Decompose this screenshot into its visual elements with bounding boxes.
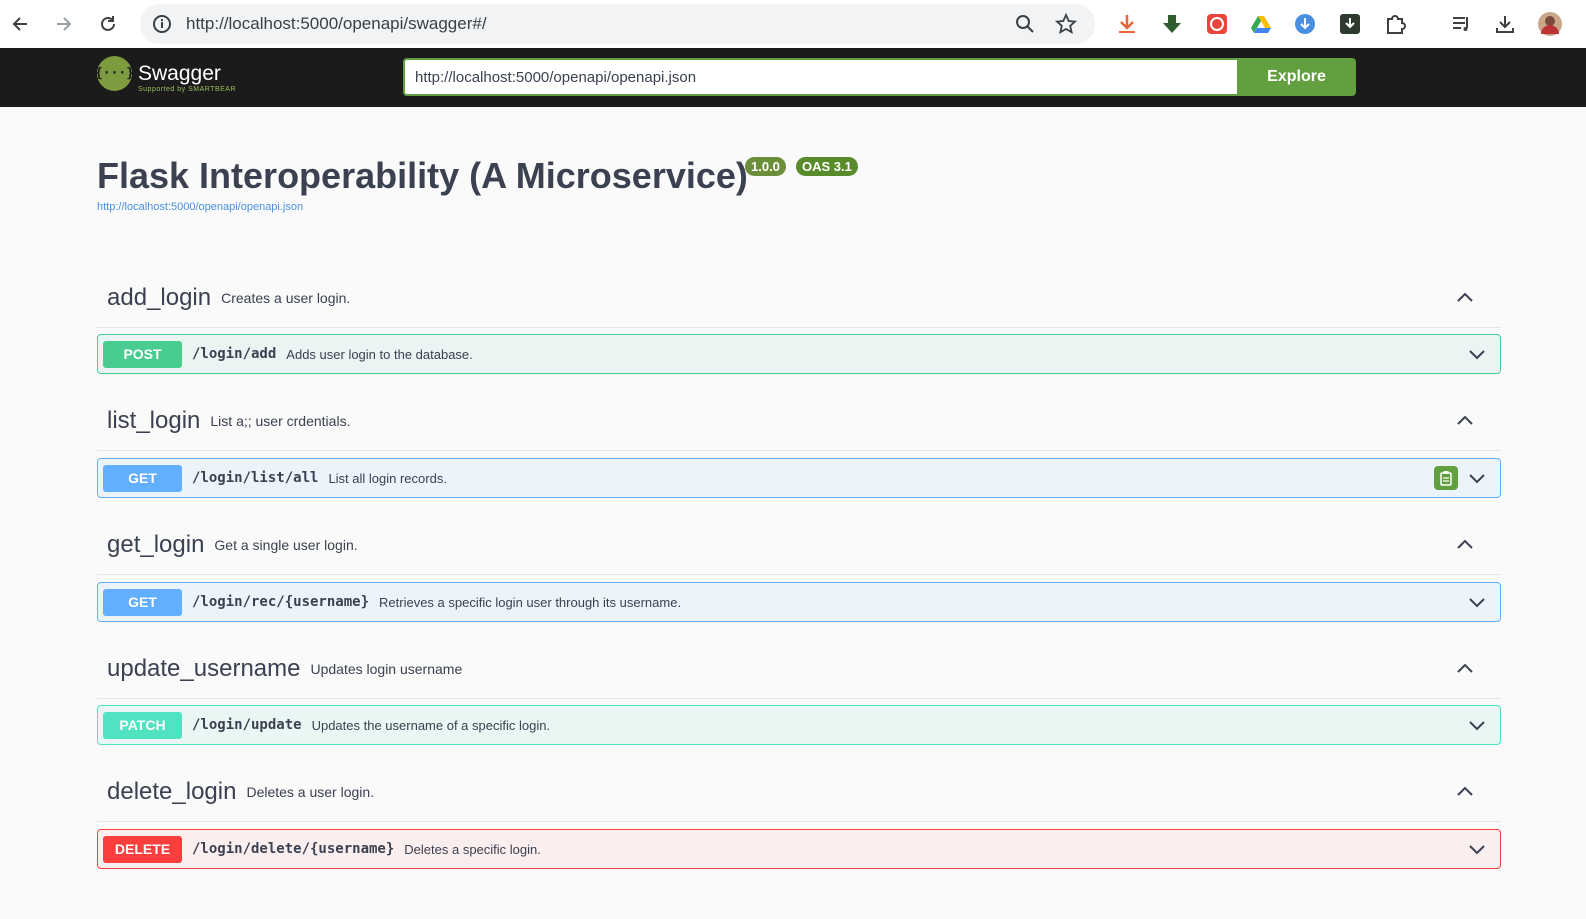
- tag-name: delete_login: [107, 777, 237, 805]
- blue-download-extension-icon[interactable]: [1293, 12, 1317, 36]
- swagger-logo-text: Swagger: [138, 61, 221, 85]
- operation-path: /login/rec/{username}: [192, 594, 370, 610]
- chevron-down-icon[interactable]: [1466, 591, 1488, 613]
- tag-description: Creates a user login.: [221, 289, 351, 306]
- swagger-logo[interactable]: {···} Swagger Supported by SMARTBEAR: [95, 56, 236, 93]
- method-badge: POST: [103, 340, 182, 368]
- browser-toolbar: http://localhost:5000/openapi/swagger#/: [0, 0, 1586, 48]
- operation-path: /login/list/all: [192, 470, 319, 486]
- operation-patch-login-update[interactable]: PATCH /login/update Updates the username…: [97, 705, 1501, 745]
- shield-extension-icon[interactable]: [1338, 12, 1362, 36]
- tag-delete-login[interactable]: delete_login Deletes a user login.: [97, 762, 1501, 822]
- back-icon[interactable]: [8, 12, 32, 36]
- operation-path: /login/delete/{username}: [192, 841, 395, 857]
- operation-get-login-list-all[interactable]: GET /login/list/all List all login recor…: [97, 458, 1501, 498]
- operation-summary: List all login records.: [328, 470, 447, 486]
- method-badge: PATCH: [103, 711, 182, 739]
- method-badge: GET: [103, 588, 182, 616]
- spec-link[interactable]: http://localhost:5000/openapi/openapi.js…: [97, 201, 303, 213]
- download-arrow-icon[interactable]: [1115, 12, 1139, 36]
- clipboard-icon: [1440, 471, 1452, 486]
- tag-update-username[interactable]: update_username Updates login username: [97, 639, 1501, 699]
- address-bar[interactable]: http://localhost:5000/openapi/swagger#/: [140, 4, 1095, 44]
- swagger-logo-icon: {···}: [95, 56, 134, 91]
- chevron-up-icon[interactable]: [1453, 780, 1477, 804]
- chevron-up-icon[interactable]: [1453, 533, 1477, 557]
- explore-button[interactable]: Explore: [1237, 58, 1356, 96]
- reload-icon[interactable]: [96, 12, 120, 36]
- method-badge: DELETE: [103, 835, 182, 863]
- forward-icon[interactable]: [52, 12, 76, 36]
- zoom-icon[interactable]: [1015, 14, 1035, 39]
- operation-delete-login[interactable]: DELETE /login/delete/{username} Deletes …: [97, 829, 1501, 869]
- tag-name: list_login: [107, 406, 201, 434]
- operation-summary: Retrieves a specific login user through …: [379, 594, 682, 610]
- chevron-up-icon[interactable]: [1453, 657, 1477, 681]
- operation-summary: Adds user login to the database.: [286, 346, 473, 362]
- swagger-logo-subtitle: Supported by SMARTBEAR: [138, 86, 237, 93]
- operation-get-login-rec[interactable]: GET /login/rec/{username} Retrieves a sp…: [97, 582, 1501, 622]
- downloader-extension-icon[interactable]: [1160, 12, 1184, 36]
- operation-post-login-add[interactable]: POST /login/add Adds user login to the d…: [97, 334, 1501, 374]
- tag-name: add_login: [107, 283, 212, 311]
- extensions-puzzle-icon[interactable]: [1383, 12, 1407, 36]
- downloads-icon[interactable]: [1493, 12, 1517, 36]
- method-badge: GET: [103, 464, 182, 492]
- bookmark-star-icon[interactable]: [1054, 12, 1078, 40]
- chevron-down-icon[interactable]: [1466, 343, 1488, 365]
- copy-to-clipboard-button[interactable]: [1434, 466, 1458, 490]
- tag-name: update_username: [107, 654, 301, 682]
- operation-summary: Updates the username of a specific login…: [311, 717, 551, 733]
- tag-name: get_login: [107, 530, 205, 558]
- chevron-down-icon[interactable]: [1466, 838, 1488, 860]
- media-controls-icon[interactable]: [1449, 12, 1473, 36]
- api-title: Flask Interoperability (A Microservice): [97, 155, 748, 196]
- tag-get-login[interactable]: get_login Get a single user login.: [97, 515, 1501, 575]
- tag-list-login[interactable]: list_login List a;; user crdentials.: [97, 391, 1501, 451]
- version-badge: 1.0.0: [745, 157, 786, 176]
- chevron-up-icon[interactable]: [1453, 286, 1477, 310]
- chevron-down-icon[interactable]: [1466, 467, 1488, 489]
- tag-description: Deletes a user login.: [246, 783, 375, 800]
- tag-description: Get a single user login.: [214, 536, 358, 553]
- site-info-icon[interactable]: [152, 14, 172, 39]
- tag-add-login[interactable]: add_login Creates a user login.: [97, 268, 1501, 328]
- tag-description: List a;; user crdentials.: [210, 412, 351, 429]
- profile-avatar[interactable]: [1538, 12, 1562, 36]
- operation-path: /login/update: [192, 717, 302, 733]
- red-extension-icon[interactable]: [1205, 12, 1229, 36]
- chevron-down-icon[interactable]: [1466, 714, 1488, 736]
- address-url: http://localhost:5000/openapi/swagger#/: [186, 14, 487, 33]
- chevron-up-icon[interactable]: [1453, 409, 1477, 433]
- drive-icon[interactable]: [1249, 12, 1273, 36]
- oas-badge: OAS 3.1: [796, 157, 858, 176]
- spec-url-input[interactable]: [403, 58, 1239, 96]
- operation-summary: Deletes a specific login.: [404, 841, 541, 857]
- tag-description: Updates login username: [310, 660, 463, 677]
- operation-path: /login/add: [192, 346, 277, 362]
